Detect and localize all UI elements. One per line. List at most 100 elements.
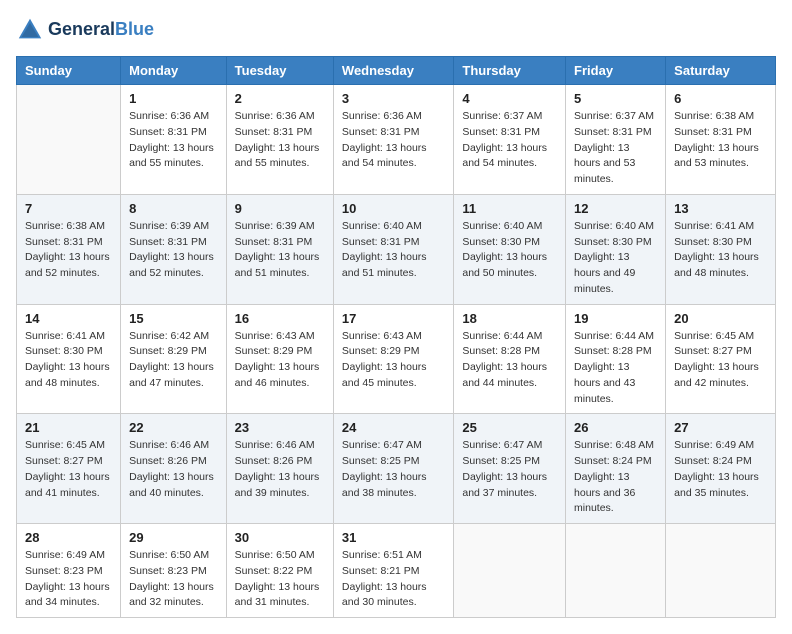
day-number: 9	[235, 201, 325, 216]
calendar-cell: 11 Sunrise: 6:40 AMSunset: 8:30 PMDayligh…	[454, 194, 566, 304]
day-info: Sunrise: 6:46 AMSunset: 8:26 PMDaylight:…	[235, 438, 325, 501]
day-number: 7	[25, 201, 112, 216]
day-info: Sunrise: 6:36 AMSunset: 8:31 PMDaylight:…	[129, 109, 218, 172]
day-number: 4	[462, 91, 557, 106]
calendar-cell: 22Sunrise: 6:46 AMSunset: 8:26 PMDayligh…	[121, 414, 227, 524]
logo-text: GeneralBlue	[48, 20, 154, 40]
day-info: Sunrise: 6:40 AMSunset: 8:30 PMDaylight:…	[462, 219, 557, 282]
calendar-cell: 2Sunrise: 6:36 AMSunset: 8:31 PMDaylight…	[226, 85, 333, 195]
day-info: Sunrise: 6:40 AMSunset: 8:31 PMDaylight:…	[342, 219, 445, 282]
calendar-cell: 28 Sunrise: 6:49 AMSunset: 8:23 PMDayligh…	[17, 524, 121, 618]
day-number: 30	[235, 530, 325, 545]
day-info: Sunrise: 6:46 AMSunset: 8:26 PMDaylight:…	[129, 438, 218, 501]
day-info: Sunrise: 6:43 AMSunset: 8:29 PMDaylight:…	[235, 329, 325, 392]
day-info: Sunrise: 6:50 AMSunset: 8:23 PMDaylight:…	[129, 548, 218, 611]
day-info: Sunrise: 6:48 AMSunset: 8:24 PMDaylight:…	[574, 438, 657, 517]
calendar-cell: 15 Sunrise: 6:42 AMSunset: 8:29 PMDayligh…	[121, 304, 227, 414]
day-number: 5	[574, 91, 657, 106]
weekday-header-row: SundayMondayTuesdayWednesdayThursdayFrid…	[17, 57, 776, 85]
day-info: Sunrise: 6:38 AMSunset: 8:31 PMDaylight:…	[674, 109, 767, 172]
weekday-header: Thursday	[454, 57, 566, 85]
day-info: Sunrise: 6:43 AMSunset: 8:29 PMDaylight:…	[342, 329, 445, 392]
day-info: Sunrise: 6:36 AMSunset: 8:31 PMDaylight:…	[235, 109, 325, 172]
calendar-week-row: 7 Sunrise: 6:38 AMSunset: 8:31 PMDaylight…	[17, 194, 776, 304]
day-number: 6	[674, 91, 767, 106]
calendar-week-row: 21 Sunrise: 6:45 AMSunset: 8:27 PMDayligh…	[17, 414, 776, 524]
day-info: Sunrise: 6:36 AMSunset: 8:31 PMDaylight:…	[342, 109, 445, 172]
day-number: 23	[235, 420, 325, 435]
day-info: Sunrise: 6:47 AMSunset: 8:25 PMDaylight:…	[462, 438, 557, 501]
day-number: 11	[462, 201, 557, 216]
calendar-cell: 7 Sunrise: 6:38 AMSunset: 8:31 PMDaylight…	[17, 194, 121, 304]
calendar-cell: 5Sunrise: 6:37 AMSunset: 8:31 PMDaylight…	[566, 85, 666, 195]
day-info: Sunrise: 6:42 AMSunset: 8:29 PMDaylight:…	[129, 329, 218, 392]
calendar-cell: 31 Sunrise: 6:51 AMSunset: 8:21 PMDayligh…	[333, 524, 453, 618]
calendar-cell: 10 Sunrise: 6:40 AMSunset: 8:31 PMDayligh…	[333, 194, 453, 304]
day-info: Sunrise: 6:41 AMSunset: 8:30 PMDaylight:…	[674, 219, 767, 282]
day-info: Sunrise: 6:44 AMSunset: 8:28 PMDaylight:…	[574, 329, 657, 408]
calendar-week-row: 1Sunrise: 6:36 AMSunset: 8:31 PMDaylight…	[17, 85, 776, 195]
day-number: 3	[342, 91, 445, 106]
calendar-cell: 20Sunrise: 6:45 AMSunset: 8:27 PMDayligh…	[666, 304, 776, 414]
day-info: Sunrise: 6:45 AMSunset: 8:27 PMDaylight:…	[25, 438, 112, 501]
calendar-cell: 6 Sunrise: 6:38 AMSunset: 8:31 PMDaylight…	[666, 85, 776, 195]
day-number: 15	[129, 311, 218, 326]
calendar-cell	[17, 85, 121, 195]
calendar-cell: 25 Sunrise: 6:47 AMSunset: 8:25 PMDayligh…	[454, 414, 566, 524]
day-info: Sunrise: 6:40 AMSunset: 8:30 PMDaylight:…	[574, 219, 657, 298]
day-info: Sunrise: 6:37 AMSunset: 8:31 PMDaylight:…	[462, 109, 557, 172]
calendar-cell: 24 Sunrise: 6:47 AMSunset: 8:25 PMDayligh…	[333, 414, 453, 524]
calendar-cell: 14 Sunrise: 6:41 AMSunset: 8:30 PMDayligh…	[17, 304, 121, 414]
calendar-cell: 8Sunrise: 6:39 AMSunset: 8:31 PMDaylight…	[121, 194, 227, 304]
calendar-cell: 29 Sunrise: 6:50 AMSunset: 8:23 PMDayligh…	[121, 524, 227, 618]
calendar-cell	[454, 524, 566, 618]
calendar-cell: 23 Sunrise: 6:46 AMSunset: 8:26 PMDayligh…	[226, 414, 333, 524]
day-info: Sunrise: 6:38 AMSunset: 8:31 PMDaylight:…	[25, 219, 112, 282]
calendar-cell: 17 Sunrise: 6:43 AMSunset: 8:29 PMDayligh…	[333, 304, 453, 414]
day-info: Sunrise: 6:49 AMSunset: 8:24 PMDaylight:…	[674, 438, 767, 501]
calendar-cell: 30 Sunrise: 6:50 AMSunset: 8:22 PMDayligh…	[226, 524, 333, 618]
weekday-header: Tuesday	[226, 57, 333, 85]
calendar-cell: 4 Sunrise: 6:37 AMSunset: 8:31 PMDaylight…	[454, 85, 566, 195]
calendar-cell: 12 Sunrise: 6:40 AMSunset: 8:30 PMDayligh…	[566, 194, 666, 304]
weekday-header: Wednesday	[333, 57, 453, 85]
calendar-cell: 3 Sunrise: 6:36 AMSunset: 8:31 PMDaylight…	[333, 85, 453, 195]
day-info: Sunrise: 6:47 AMSunset: 8:25 PMDaylight:…	[342, 438, 445, 501]
day-number: 24	[342, 420, 445, 435]
logo-icon	[16, 16, 44, 44]
day-info: Sunrise: 6:50 AMSunset: 8:22 PMDaylight:…	[235, 548, 325, 611]
day-number: 12	[574, 201, 657, 216]
calendar-cell	[666, 524, 776, 618]
weekday-header: Friday	[566, 57, 666, 85]
day-number: 21	[25, 420, 112, 435]
calendar-cell: 1Sunrise: 6:36 AMSunset: 8:31 PMDaylight…	[121, 85, 227, 195]
day-number: 18	[462, 311, 557, 326]
calendar-week-row: 28 Sunrise: 6:49 AMSunset: 8:23 PMDayligh…	[17, 524, 776, 618]
calendar-cell: 9Sunrise: 6:39 AMSunset: 8:31 PMDaylight…	[226, 194, 333, 304]
calendar-cell: 16 Sunrise: 6:43 AMSunset: 8:29 PMDayligh…	[226, 304, 333, 414]
day-info: Sunrise: 6:51 AMSunset: 8:21 PMDaylight:…	[342, 548, 445, 611]
day-info: Sunrise: 6:49 AMSunset: 8:23 PMDaylight:…	[25, 548, 112, 611]
day-number: 27	[674, 420, 767, 435]
calendar-cell: 13 Sunrise: 6:41 AMSunset: 8:30 PMDayligh…	[666, 194, 776, 304]
calendar-cell: 21 Sunrise: 6:45 AMSunset: 8:27 PMDayligh…	[17, 414, 121, 524]
day-number: 10	[342, 201, 445, 216]
day-number: 31	[342, 530, 445, 545]
logo: GeneralBlue	[16, 16, 154, 44]
day-number: 17	[342, 311, 445, 326]
calendar-week-row: 14 Sunrise: 6:41 AMSunset: 8:30 PMDayligh…	[17, 304, 776, 414]
header: GeneralBlue	[16, 16, 776, 44]
day-info: Sunrise: 6:41 AMSunset: 8:30 PMDaylight:…	[25, 329, 112, 392]
day-number: 28	[25, 530, 112, 545]
day-number: 20	[674, 311, 767, 326]
day-number: 25	[462, 420, 557, 435]
day-number: 16	[235, 311, 325, 326]
calendar-cell: 27 Sunrise: 6:49 AMSunset: 8:24 PMDayligh…	[666, 414, 776, 524]
calendar-table: SundayMondayTuesdayWednesdayThursdayFrid…	[16, 56, 776, 618]
day-number: 14	[25, 311, 112, 326]
calendar-cell: 18Sunrise: 6:44 AMSunset: 8:28 PMDayligh…	[454, 304, 566, 414]
day-number: 13	[674, 201, 767, 216]
day-number: 29	[129, 530, 218, 545]
calendar-cell: 26Sunrise: 6:48 AMSunset: 8:24 PMDayligh…	[566, 414, 666, 524]
calendar-cell: 19Sunrise: 6:44 AMSunset: 8:28 PMDayligh…	[566, 304, 666, 414]
